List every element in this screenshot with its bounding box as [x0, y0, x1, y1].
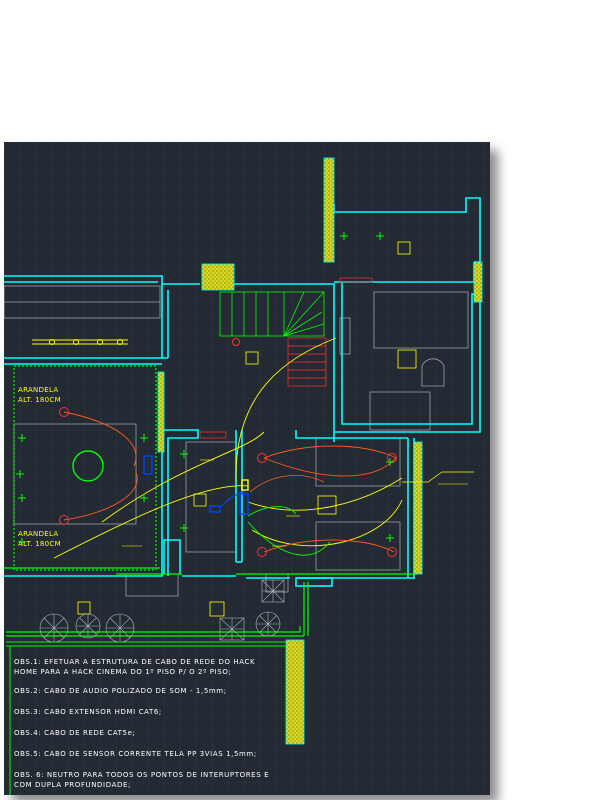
- obs2: OBS.2: CABO DE AUDIO POLIZADO DE SOM - 1…: [14, 687, 227, 695]
- obs1-line1: OBS.1: EFETUAR A ESTRUTURA DE CABO DE RE…: [14, 658, 255, 666]
- electrical-floor-plan: ARANDELA ALT. 180CM ARANDELA ALT. 180CM …: [4, 142, 490, 795]
- obs5: OBS.5: CABO DE SENSOR CORRENTE TELA PP 3…: [14, 750, 257, 758]
- obs6-line1: OBS. 6: NEUTRO PARA TODOS OS PONTOS DE I…: [14, 771, 269, 779]
- arandela-height-bottom: ALT. 180CM: [18, 540, 61, 548]
- obs6-line2: COM DUPLA PROFUNDIDADE;: [14, 781, 131, 789]
- arandela-label-bottom: ARANDELA: [18, 530, 58, 538]
- obs3: OBS.3: CABO EXTENSOR HDMI CAT6;: [14, 708, 162, 716]
- obs1-line2: HOME PARA A HACK CINEMA DO 1º PISO P/ O …: [14, 668, 231, 676]
- drawing-sheet: ARANDELA ALT. 180CM ARANDELA ALT. 180CM …: [4, 142, 490, 795]
- arandela-height-top: ALT. 180CM: [18, 396, 61, 404]
- obs4: OBS.4: CABO DE REDE CAT5e;: [14, 729, 135, 737]
- arandela-label-top: ARANDELA: [18, 386, 58, 394]
